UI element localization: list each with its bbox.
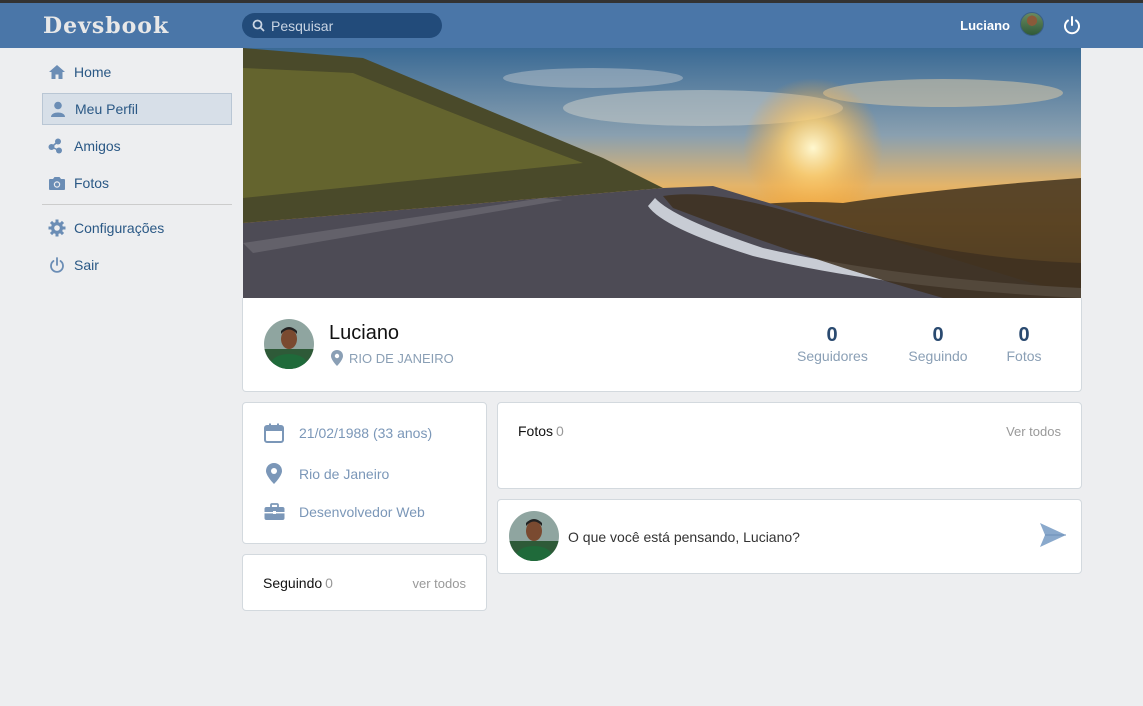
following-title: Seguindo 0 — [263, 575, 333, 591]
stat-label: Seguindo — [908, 348, 968, 364]
sidebar-item-profile[interactable]: Meu Perfil — [42, 93, 232, 125]
avatar-photo — [509, 511, 559, 561]
home-icon — [47, 62, 67, 82]
stat-value: 0 — [932, 324, 944, 346]
stat-followers[interactable]: 0 Seguidores — [797, 324, 868, 364]
stat-photos[interactable]: 0 Fotos — [1003, 324, 1045, 364]
new-post-card — [497, 499, 1082, 574]
briefcase-icon — [263, 503, 285, 521]
sidebar-item-label: Configurações — [74, 220, 165, 236]
profile-card: Luciano RIO DE JANEIRO 0 Seguidores 0 Se… — [242, 298, 1082, 392]
info-work: Desenvolvedor Web — [263, 503, 425, 521]
gear-icon — [47, 218, 67, 238]
photos-title-text: Fotos — [518, 423, 554, 439]
stat-following[interactable]: 0 Seguindo — [906, 324, 970, 364]
search-box[interactable] — [242, 13, 442, 38]
sidebar-item-settings[interactable]: Configurações — [42, 212, 232, 244]
photos-title: Fotos 0 — [518, 423, 564, 439]
search-icon — [252, 19, 265, 32]
sidebar-divider — [42, 204, 232, 205]
following-see-all-link[interactable]: ver todos — [413, 576, 466, 591]
search-input[interactable] — [271, 17, 431, 34]
profile-location-text: RIO DE JANEIRO — [349, 350, 454, 366]
logo[interactable]: Devsbook — [43, 13, 169, 39]
sidebar-item-label: Home — [74, 64, 112, 80]
post-input[interactable] — [568, 529, 1008, 545]
stat-label: Fotos — [1006, 348, 1042, 364]
sidebar-item-logout[interactable]: Sair — [42, 249, 232, 281]
following-count: 0 — [325, 575, 333, 591]
profile-location: RIO DE JANEIRO — [331, 350, 454, 366]
info-birthdate: 21/02/1988 (33 anos) — [263, 423, 432, 443]
post-avatar — [509, 511, 559, 561]
stat-label: Seguidores — [797, 348, 868, 364]
location-pin-icon — [263, 463, 285, 484]
following-card: Seguindo 0 ver todos — [242, 554, 487, 611]
sidebar-item-home[interactable]: Home — [42, 56, 232, 88]
info-card: 21/02/1988 (33 anos) Rio de Janeiro Dese… — [242, 402, 487, 544]
header-avatar[interactable] — [1020, 12, 1044, 36]
profile-avatar[interactable] — [264, 319, 314, 369]
photos-see-all-link[interactable]: Ver todos — [1006, 424, 1061, 439]
location-pin-icon — [331, 350, 343, 366]
sidebar-item-label: Fotos — [74, 175, 110, 191]
profile-name: Luciano — [329, 322, 400, 344]
power-icon — [47, 255, 67, 275]
info-work-text: Desenvolvedor Web — [299, 504, 425, 520]
info-city-text: Rio de Janeiro — [299, 465, 390, 482]
sidebar-item-label: Meu Perfil — [75, 101, 139, 117]
photos-card: Fotos 0 Ver todos — [497, 402, 1082, 489]
cover-photo[interactable] — [243, 48, 1081, 298]
sidebar: Home Meu Perfil Amigos Fotos Configuraçõ… — [42, 56, 232, 286]
cover-landscape-image — [243, 48, 1081, 298]
stat-value: 0 — [1018, 324, 1030, 346]
sidebar-item-photos[interactable]: Fotos — [42, 167, 232, 199]
avatar-photo — [264, 319, 314, 369]
top-bar: Devsbook Luciano — [0, 3, 1143, 48]
calendar-icon — [263, 423, 285, 443]
logout-power-icon[interactable] — [1062, 15, 1082, 35]
info-birthdate-text: 21/02/1988 (33 anos) — [299, 425, 433, 441]
camera-icon — [47, 173, 67, 193]
photos-count: 0 — [556, 423, 564, 439]
send-icon[interactable] — [1039, 522, 1067, 548]
header-user-name[interactable]: Luciano — [960, 18, 1010, 33]
sidebar-item-label: Amigos — [74, 138, 121, 154]
info-city: Rio de Janeiro — [263, 463, 389, 484]
stat-value: 0 — [826, 324, 838, 346]
sidebar-item-friends[interactable]: Amigos — [42, 130, 232, 162]
user-icon — [48, 99, 68, 119]
friends-icon — [47, 136, 67, 156]
following-title-text: Seguindo — [263, 575, 323, 591]
sidebar-item-label: Sair — [74, 257, 99, 273]
